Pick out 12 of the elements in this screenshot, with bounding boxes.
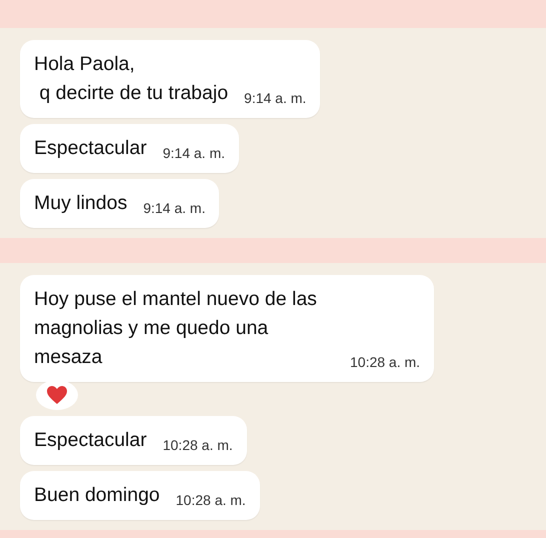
message-time: 9:14 a. m. <box>162 144 225 163</box>
message-time: 10:28 a. m. <box>176 491 246 510</box>
message-time: 10:28 a. m. <box>162 436 233 455</box>
message-time: 9:14 a. m. <box>244 89 306 108</box>
message-text: Buen domingo <box>34 483 160 508</box>
message-time: 9:14 a. m. <box>143 199 206 218</box>
message-time: 10:28 a. m. <box>350 353 420 372</box>
message-text: Muy lindos <box>34 191 128 216</box>
message-text: Espectacular <box>34 428 147 453</box>
message-text: Espectacular <box>34 136 147 161</box>
message-text: Hoy puse el mantel nuevo de las magnolias y me quedo una mesaza <box>34 287 318 370</box>
message-text: Hola Paola, q decirte de tu trabajo <box>34 52 228 106</box>
